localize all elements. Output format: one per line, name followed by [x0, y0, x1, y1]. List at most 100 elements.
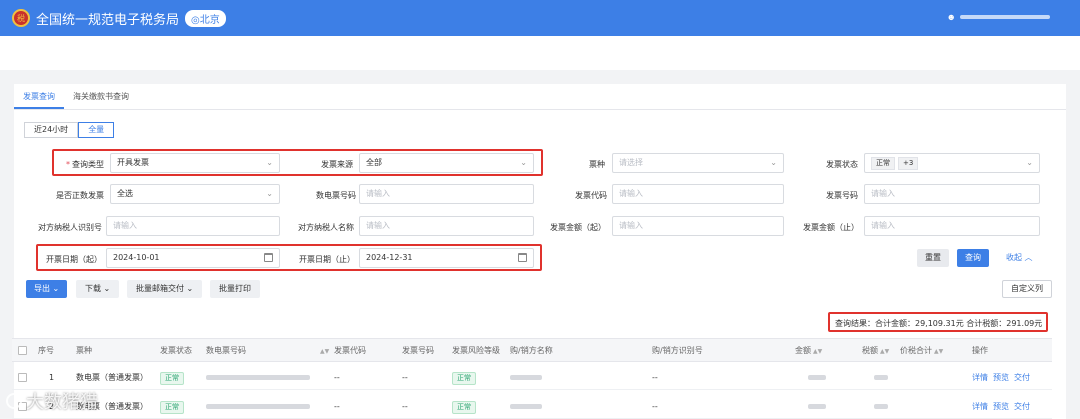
digital-invoice-no-label: 数电票号码 [316, 191, 356, 200]
collapse-button[interactable]: 收起 ︿ [1004, 249, 1035, 267]
row-ops: 详情 预览 交付 [972, 395, 1035, 419]
invoice-code-input[interactable]: 请输入 [612, 184, 784, 204]
reset-button[interactable]: 重置 [917, 249, 949, 267]
col-amount[interactable]: 金额 ▲▼ [795, 339, 822, 364]
tab-bar: 发票查询 海关缴款书查询 [14, 84, 1066, 110]
invoice-status-label: 发票状态 [826, 160, 858, 169]
highlight-summary [828, 312, 1048, 332]
chevron-down-icon: ⌄ [266, 189, 273, 198]
masked-amount [808, 375, 826, 380]
amount-from-input[interactable]: 请输入 [612, 216, 784, 236]
range-all-button[interactable]: 全量 [78, 122, 115, 138]
is-positive-label: 是否正数发票 [56, 191, 104, 200]
row-checkbox[interactable] [18, 373, 27, 382]
counterparty-id-label: 对方纳税人识别号 [38, 223, 102, 232]
highlight-query-type-source [52, 149, 543, 176]
sort-icon[interactable]: ▲▼ [880, 348, 889, 355]
status-badge: 正常 [160, 372, 184, 385]
row-party-id: -- [652, 402, 658, 411]
row-seq: 1 [49, 373, 55, 382]
col-risk: 发票风险等级 [452, 346, 500, 355]
table-header: 序号 票种 发票状态 数电票号码 ▲▼ 发票代码 发票号码 发票风险等级 购/销… [12, 338, 1052, 362]
col-ops: 操作 [972, 346, 988, 355]
deliver-link[interactable]: 交付 [1014, 402, 1030, 411]
table-row[interactable]: 1 数电票（普通发票） 正常 -- -- 正常 -- 详情 预览 交付 [12, 366, 1052, 390]
risk-badge: 正常 [452, 372, 476, 385]
watermark-text: 大数猪猎 [26, 392, 98, 413]
masked-tax [874, 404, 888, 409]
counterparty-id-input[interactable]: 请输入 [106, 216, 280, 236]
watermark: 大数猪猎 [6, 388, 98, 414]
download-button[interactable]: 下载 ⌄ [76, 280, 120, 298]
ticket-kind-label: 票种 [589, 160, 605, 169]
status-badge: 正常 [160, 401, 184, 414]
sort-icon[interactable]: ▲▼ [813, 348, 822, 355]
tab-customs-payment-query[interactable]: 海关缴款书查询 [64, 84, 138, 109]
risk-badge: 正常 [452, 401, 476, 414]
more-tag: +3 [898, 157, 919, 170]
row-party-id: -- [652, 373, 658, 382]
row-number: -- [402, 373, 408, 382]
table-row[interactable]: 2 数电票（普通发票） 正常 -- -- 正常 -- 详情 预览 交付 [12, 395, 1052, 419]
sort-icon[interactable]: ▲▼ [934, 348, 943, 355]
time-range-toggle: 近24小时 全量 [24, 122, 115, 138]
col-total[interactable]: 价税合计 ▲▼ [900, 339, 943, 364]
tax-bureau-logo: 税 [12, 9, 30, 27]
preview-link[interactable]: 预览 [993, 373, 1009, 382]
masked-digital-no [206, 404, 310, 409]
deliver-link[interactable]: 交付 [1014, 373, 1030, 382]
col-kind: 票种 [76, 346, 92, 355]
row-code: -- [334, 373, 340, 382]
masked-digital-no [206, 375, 310, 380]
col-seq: 序号 [38, 346, 54, 355]
amount-to-label: 发票金额（止） [803, 223, 859, 232]
row-number: -- [402, 402, 408, 411]
status-tag: 正常 [871, 157, 895, 170]
col-number: 发票号码 [402, 346, 434, 355]
batch-mail-button[interactable]: 批量邮箱交付 ⌄ [127, 280, 203, 298]
col-tax[interactable]: 税额 ▲▼ [862, 339, 889, 364]
detail-link[interactable]: 详情 [972, 402, 988, 411]
is-positive-select[interactable]: 全选 ⌄ [110, 184, 280, 204]
tab-invoice-query[interactable]: 发票查询 [14, 84, 64, 109]
col-code: 发票代码 [334, 346, 366, 355]
col-digital-no[interactable]: 数电票号码 [206, 339, 246, 363]
custom-columns-button[interactable]: 自定义列 [1002, 280, 1052, 298]
amount-to-input[interactable]: 请输入 [864, 216, 1040, 236]
detail-link[interactable]: 详情 [972, 373, 988, 382]
batch-print-button[interactable]: 批量打印 [210, 280, 260, 298]
export-button[interactable]: 导出 ⌄ [26, 280, 68, 298]
chevron-down-icon: ⌄ [770, 158, 777, 167]
col-status: 发票状态 [160, 346, 192, 355]
watermark-logo-icon [6, 393, 22, 409]
masked-tax [874, 375, 888, 380]
chevron-down-icon: ⌄ [1026, 158, 1033, 167]
top-bar: 税 全国统一规范电子税务局 ◎北京 ☻ [0, 0, 1080, 36]
col-party-id: 购/销方识别号 [652, 346, 703, 355]
range-24h-button[interactable]: 近24小时 [24, 122, 79, 138]
select-all-checkbox[interactable] [18, 346, 27, 355]
header-band [0, 36, 1080, 70]
row-code: -- [334, 402, 340, 411]
user-menu[interactable]: ☻ [947, 12, 1050, 22]
invoice-code-label: 发票代码 [575, 191, 607, 200]
col-party-name: 购/销方名称 [510, 346, 553, 355]
region-badge[interactable]: ◎北京 [185, 9, 226, 27]
amount-from-label: 发票金额（起） [550, 223, 606, 232]
invoice-no-label: 发票号码 [826, 191, 858, 200]
digital-invoice-no-input[interactable]: 请输入 [359, 184, 534, 204]
masked-amount [808, 404, 826, 409]
masked-party-name [510, 404, 542, 409]
user-name-masked [960, 15, 1050, 19]
counterparty-name-label: 对方纳税人名称 [298, 223, 354, 232]
row-ops: 详情 预览 交付 [972, 366, 1035, 390]
invoice-status-select[interactable]: 正常 +3 ⌄ [864, 153, 1040, 173]
preview-link[interactable]: 预览 [993, 402, 1009, 411]
ticket-kind-select[interactable]: 请选择 ⌄ [612, 153, 784, 173]
query-button[interactable]: 查询 [957, 249, 989, 267]
counterparty-name-input[interactable]: 请输入 [359, 216, 534, 236]
masked-party-name [510, 375, 542, 380]
sort-icon[interactable]: ▲▼ [318, 339, 329, 364]
invoice-no-input[interactable]: 请输入 [864, 184, 1040, 204]
highlight-date-range [36, 244, 542, 271]
